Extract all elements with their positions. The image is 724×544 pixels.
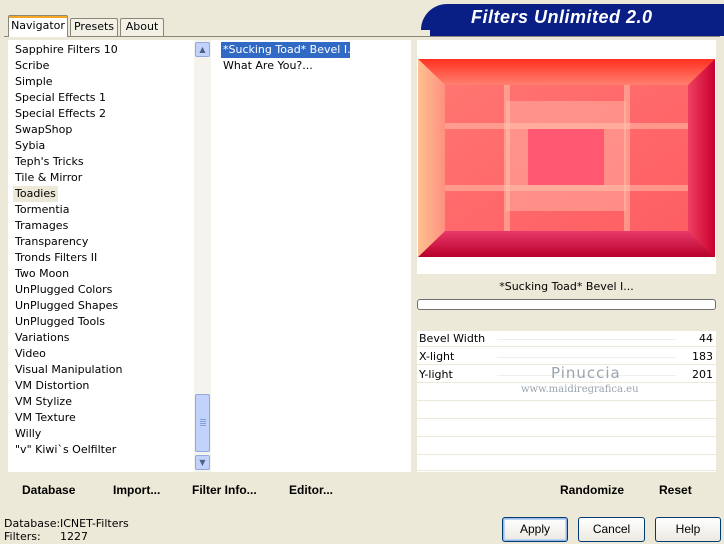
scroll-down-button[interactable]: ▼: [195, 455, 210, 470]
category-item[interactable]: VM Distortion: [15, 378, 89, 394]
watermark-url: www.maidiregrafica.eu: [521, 384, 639, 395]
param-x-light[interactable]: X-light 183: [417, 349, 716, 365]
param-value: 201: [692, 368, 713, 381]
category-list[interactable]: Sapphire Filters 10 Scribe Simple Special E…: [8, 40, 211, 472]
parameter-panel: Bevel Width 44 X-light 183 Y-light 201: [417, 331, 716, 472]
param-value: 44: [699, 332, 713, 345]
category-item[interactable]: Special Effects 1: [15, 90, 106, 106]
param-name: X-light: [419, 350, 455, 363]
scroll-thumb[interactable]: [195, 394, 210, 452]
category-scrollbar[interactable]: ▲ ▼: [194, 40, 211, 472]
category-item[interactable]: "v" Kiwi`s Oelfilter: [15, 442, 116, 458]
param-name: Y-light: [419, 368, 453, 381]
scroll-up-button[interactable]: ▲: [195, 42, 210, 57]
category-item[interactable]: UnPlugged Colors: [15, 282, 112, 298]
preview-image: [418, 59, 715, 257]
status-filters: Filters: 1227: [4, 530, 88, 543]
cancel-button[interactable]: Cancel: [578, 517, 645, 542]
editor-button[interactable]: Editor...: [289, 478, 333, 502]
category-item[interactable]: Tormentia: [15, 202, 69, 218]
param-empty-row: [417, 455, 716, 471]
category-item[interactable]: Sybia: [15, 138, 45, 154]
status-database: Database: ICNET-Filters: [4, 517, 129, 530]
category-item[interactable]: Special Effects 2: [15, 106, 106, 122]
tab-presets[interactable]: Presets: [70, 18, 118, 36]
progress-bar: [417, 299, 716, 310]
category-item[interactable]: VM Texture: [15, 410, 76, 426]
category-item[interactable]: Visual Manipulation: [15, 362, 122, 378]
database-button[interactable]: Database: [22, 478, 75, 502]
import-button[interactable]: Import...: [113, 478, 160, 502]
category-item[interactable]: Transparency: [15, 234, 88, 250]
preview-toolbar: Randomize Reset: [417, 478, 716, 502]
tab-navigator[interactable]: Navigator: [8, 15, 68, 37]
list-toolbar: Database Import... Filter Info... Editor…: [8, 478, 411, 502]
category-item[interactable]: Video: [15, 346, 46, 362]
grip-icon: [200, 419, 206, 426]
param-slider[interactable]: [497, 357, 676, 358]
app-title: Filters Unlimited 2.0: [471, 7, 653, 27]
category-item[interactable]: Willy: [15, 426, 41, 442]
param-slider[interactable]: [497, 339, 676, 340]
category-item[interactable]: Simple: [15, 74, 53, 90]
filter-item-what-are-you[interactable]: What Are You?...: [221, 58, 315, 74]
param-name: Bevel Width: [419, 332, 486, 345]
preview-filter-name: *Sucking Toad* Bevel I...: [417, 276, 716, 298]
status-filters-label: Filters:: [4, 530, 41, 543]
filter-item-sucking-toad[interactable]: *Sucking Toad* Bevel I...: [221, 42, 350, 58]
status-database-label: Database:: [4, 517, 61, 530]
watermark-name: Pinuccia: [551, 364, 621, 382]
randomize-button[interactable]: Randomize: [560, 478, 624, 502]
category-item[interactable]: SwapShop: [15, 122, 72, 138]
filter-list[interactable]: *Sucking Toad* Bevel I... What Are You?.…: [211, 40, 411, 472]
chevron-up-icon: ▲: [199, 45, 206, 54]
category-item[interactable]: UnPlugged Shapes: [15, 298, 118, 314]
param-value: 183: [692, 350, 713, 363]
chevron-down-icon: ▼: [199, 458, 206, 467]
filter-info-button[interactable]: Filter Info...: [192, 478, 257, 502]
category-item[interactable]: Two Moon: [15, 266, 69, 282]
category-item[interactable]: Variations: [15, 330, 70, 346]
category-item[interactable]: Toadies: [13, 186, 58, 202]
status-filters-value: 1227: [60, 530, 88, 543]
category-item[interactable]: Scribe: [15, 58, 49, 74]
param-empty-row: [417, 403, 716, 419]
category-item[interactable]: VM Stylize: [15, 394, 72, 410]
param-empty-row: [417, 421, 716, 437]
app-title-banner: Filters Unlimited 2.0: [421, 4, 724, 30]
category-item[interactable]: Sapphire Filters 10: [15, 42, 118, 58]
category-item[interactable]: Tile & Mirror: [15, 170, 82, 186]
apply-button[interactable]: Apply: [502, 517, 568, 542]
category-item[interactable]: Tronds Filters II: [15, 250, 97, 266]
param-empty-row: [417, 439, 716, 455]
reset-button[interactable]: Reset: [659, 478, 692, 502]
category-item[interactable]: Teph's Tricks: [15, 154, 84, 170]
status-database-value: ICNET-Filters: [60, 517, 129, 530]
param-bevel-width[interactable]: Bevel Width 44: [417, 331, 716, 347]
tab-about[interactable]: About: [120, 18, 164, 36]
tab-panel-border: [4, 36, 720, 37]
category-item[interactable]: UnPlugged Tools: [15, 314, 105, 330]
category-item[interactable]: Tramages: [15, 218, 68, 234]
help-button[interactable]: Help: [655, 517, 721, 542]
